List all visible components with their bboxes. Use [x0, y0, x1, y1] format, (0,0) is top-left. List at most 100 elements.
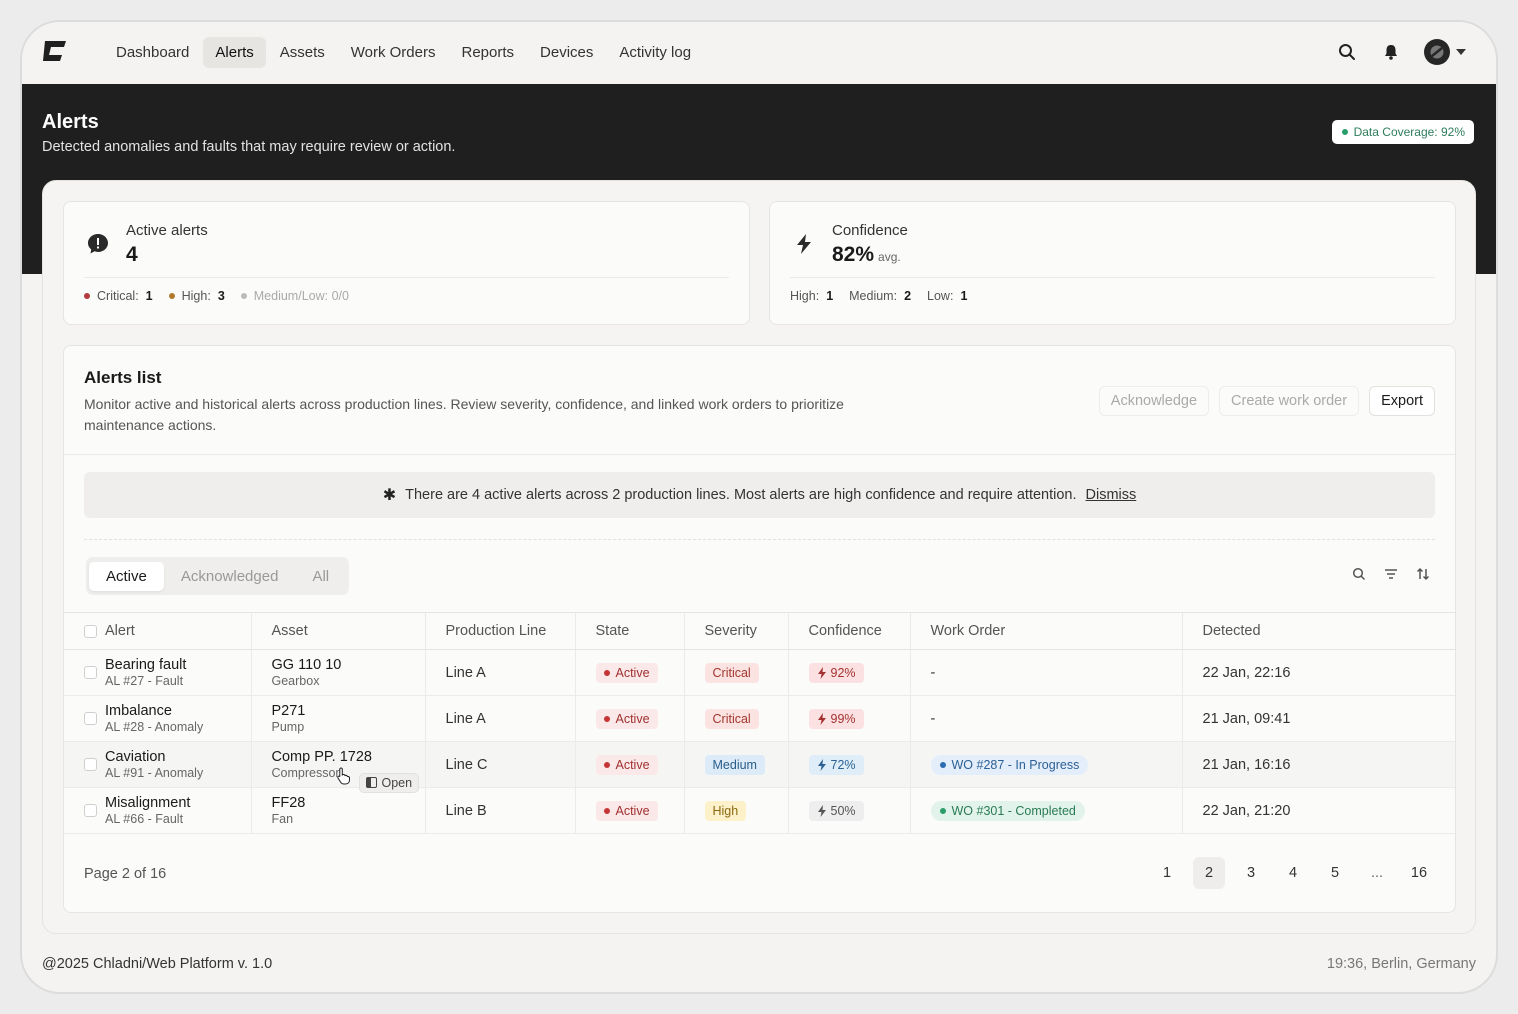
column-header-state[interactable]: State — [574, 612, 684, 650]
asset-cell[interactable]: Comp PP. 1728 Compressor Open — [250, 741, 425, 793]
status-dot — [84, 293, 90, 299]
logo-icon[interactable] — [42, 40, 68, 62]
hand-cursor-icon — [336, 766, 350, 784]
page-2[interactable]: 2 — [1193, 857, 1225, 889]
row-checkbox[interactable] — [84, 712, 97, 725]
state-cell: Active — [574, 787, 684, 834]
pagination: 1 2 3 4 5 ... 16 — [1151, 857, 1435, 889]
state-badge: Active — [595, 754, 658, 775]
select-all-checkbox[interactable] — [84, 624, 97, 638]
asset-cell[interactable]: P271 Pump — [250, 695, 425, 742]
page-5[interactable]: 5 — [1319, 857, 1351, 889]
column-header-production-line[interactable]: Production Line — [424, 612, 575, 650]
nav-item-dashboard[interactable]: Dashboard — [104, 37, 201, 68]
asset-cell[interactable]: GG 110 10 Gearbox — [250, 649, 425, 696]
avatar[interactable] — [1424, 39, 1450, 65]
alert-cell: Caviation AL #91 - Anomaly — [64, 741, 251, 788]
status-dot — [168, 293, 175, 299]
tab-active[interactable]: Active — [89, 561, 164, 591]
line-cell: Line A — [424, 695, 575, 742]
state-cell: Active — [574, 649, 684, 696]
page-title: Alerts — [42, 111, 99, 133]
page-subtitle: Detected anomalies and faults that may r… — [42, 139, 456, 155]
table-row[interactable]: Caviation AL #91 - Anomaly Comp PP. 1728 C… — [64, 741, 1455, 793]
dashed-divider — [84, 539, 1435, 540]
confidence-label: Confidence — [832, 222, 908, 239]
tab-all[interactable]: All — [295, 562, 346, 591]
high-count: High: 3 — [168, 289, 225, 303]
row-checkbox[interactable] — [84, 666, 97, 679]
nav-links: Dashboard Alerts Assets Work Orders Repo… — [104, 37, 703, 68]
asterisk-icon: ✱ — [382, 487, 397, 504]
alert-cell: Misalignment AL #66 - Fault — [64, 787, 251, 834]
column-header-work-order[interactable]: Work Order — [909, 612, 1182, 650]
page-16[interactable]: 16 — [1403, 857, 1435, 889]
nav-item-devices[interactable]: Devices — [528, 37, 605, 68]
status-dot — [240, 293, 247, 299]
column-header-severity[interactable]: Severity — [683, 612, 788, 650]
asset-cell[interactable]: FF28 Fan — [250, 787, 425, 834]
search-icon[interactable] — [1351, 566, 1367, 582]
state-badge: Active — [595, 662, 658, 683]
detected-cell: 21 Jan, 09:41 — [1181, 695, 1455, 742]
low-confidence-count: Low: 1 — [927, 289, 968, 303]
severity-cell: High — [683, 787, 788, 834]
tab-acknowledged[interactable]: Acknowledged — [164, 562, 296, 591]
confidence-value: 82% avg. — [832, 243, 901, 266]
alert-circle-icon — [88, 234, 108, 254]
table-tools — [1351, 566, 1431, 582]
table-header-row: Alert Asset Production Line State Severi… — [64, 612, 1455, 650]
state-cell: Active — [574, 695, 684, 742]
alert-cell: Bearing fault AL #27 - Fault — [64, 649, 251, 696]
line-cell: Line C — [424, 741, 575, 788]
detected-cell: 22 Jan, 22:16 — [1181, 649, 1455, 696]
page-1[interactable]: 1 — [1151, 857, 1183, 889]
acknowledge-button[interactable]: Acknowledge — [1098, 386, 1210, 416]
footer-copyright: @2025 Chladni/Web Platform v. 1.0 — [42, 956, 273, 972]
lightning-icon — [817, 666, 826, 679]
sort-icon[interactable] — [1415, 566, 1431, 582]
column-header-confidence[interactable]: Confidence — [787, 612, 910, 650]
column-header-asset[interactable]: Asset — [250, 612, 425, 650]
detected-cell: 22 Jan, 21:20 — [1181, 787, 1455, 834]
column-header-alert[interactable]: Alert — [64, 612, 251, 650]
open-tooltip[interactable]: Open — [358, 772, 420, 793]
confidence-cell: 50% — [787, 787, 910, 834]
nav-item-assets[interactable]: Assets — [268, 37, 337, 68]
confidence-badge: 72% — [808, 754, 864, 775]
user-menu[interactable] — [1424, 39, 1466, 65]
confidence-cell: 72% — [787, 741, 910, 788]
work-order-badge[interactable]: WO #287 - In Progress — [930, 754, 1089, 775]
table-row[interactable]: Misalignment AL #66 - Fault FF28 Fan Line … — [64, 787, 1455, 834]
high-confidence-count: High: 1 — [790, 289, 834, 303]
dismiss-link[interactable]: Dismiss — [1086, 487, 1137, 503]
column-header-detected[interactable]: Detected — [1181, 612, 1455, 650]
confidence-breakdown: High: 1 Medium: 2 Low: 1 — [790, 289, 967, 303]
bell-icon[interactable] — [1380, 41, 1402, 63]
chevron-down-icon[interactable] — [1456, 49, 1466, 55]
nav-item-activity-log[interactable]: Activity log — [607, 37, 703, 68]
divider — [790, 277, 1435, 278]
filter-icon[interactable] — [1383, 566, 1399, 582]
alerts-list-title: Alerts list — [84, 368, 162, 387]
table-row[interactable]: Bearing fault AL #27 - Fault GG 110 10 Gea… — [64, 649, 1455, 696]
row-checkbox[interactable] — [84, 758, 97, 771]
row-checkbox[interactable] — [84, 804, 97, 817]
nav-item-alerts[interactable]: Alerts — [203, 37, 266, 68]
nav-item-work-orders[interactable]: Work Orders — [339, 37, 448, 68]
create-work-order-button[interactable]: Create work order — [1219, 386, 1360, 416]
severity-badge: High — [704, 800, 747, 821]
nav-item-reports[interactable]: Reports — [449, 37, 526, 68]
page-3[interactable]: 3 — [1235, 857, 1267, 889]
work-order-badge[interactable]: WO #301 - Completed — [930, 800, 1085, 821]
search-icon[interactable] — [1336, 41, 1358, 63]
confidence-cell: 99% — [787, 695, 910, 742]
banner-text: There are 4 active alerts across 2 produ… — [405, 487, 1077, 503]
page-ellipsis: ... — [1370, 865, 1384, 881]
confidence-badge: 92% — [808, 662, 864, 683]
export-button[interactable]: Export — [1369, 386, 1435, 416]
table-row[interactable]: Imbalance AL #28 - Anomaly P271 Pump Line … — [64, 695, 1455, 742]
lightning-icon — [797, 234, 811, 254]
page-4[interactable]: 4 — [1277, 857, 1309, 889]
lightning-icon — [817, 804, 826, 817]
